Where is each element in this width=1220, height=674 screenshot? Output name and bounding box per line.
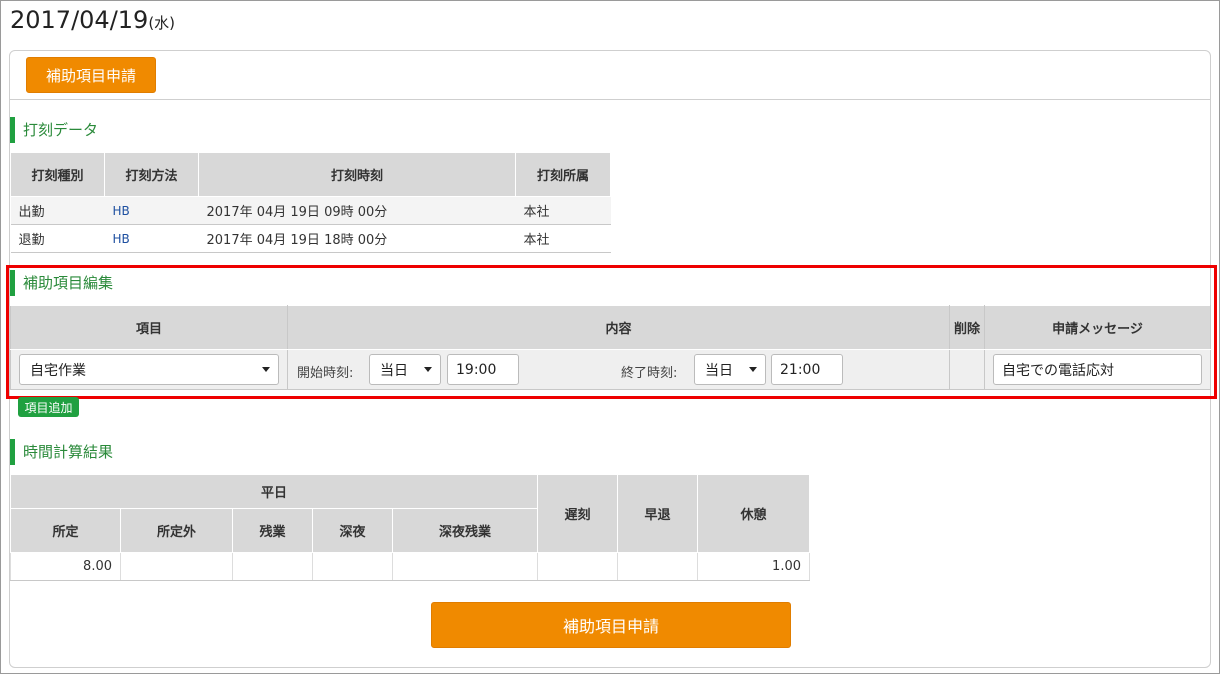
start-day-select[interactable]: 当日: [369, 354, 441, 385]
col-header-delete: 削除: [949, 305, 985, 350]
item-select[interactable]: 自宅作業: [19, 354, 279, 385]
apply-button-bottom[interactable]: 補助項目申請: [431, 602, 791, 648]
stamp-method-link[interactable]: HB: [104, 224, 199, 253]
stamp-dept: 本社: [515, 196, 611, 225]
stamp-table: 打刻種別 打刻方法 打刻時刻 打刻所属 出勤 HB 2017年 04月 19日 …: [10, 152, 611, 253]
col-header: 打刻方法: [104, 152, 199, 197]
delete-cell[interactable]: [949, 349, 985, 390]
start-time-label: 開始時刻:: [297, 366, 354, 381]
stamp-section-title: 打刻データ: [10, 117, 98, 143]
col-header: 残業: [232, 508, 313, 553]
end-time-label: 終了時刻:: [621, 366, 678, 381]
weekday-text: (水): [148, 14, 176, 32]
col-header: 所定: [10, 508, 121, 553]
col-header: 打刻所属: [515, 152, 611, 197]
stamp-table-header: 打刻種別 打刻方法 打刻時刻 打刻所属: [10, 152, 611, 197]
message-input[interactable]: 自宅での電話応対: [993, 354, 1202, 385]
chevron-down-icon: [749, 367, 757, 372]
apply-button-top[interactable]: 補助項目申請: [26, 57, 156, 93]
stamp-type: 出勤: [10, 196, 105, 225]
end-day-value: 当日: [705, 362, 733, 379]
start-time-input[interactable]: 19:00: [447, 354, 519, 385]
chevron-down-icon: [262, 367, 270, 372]
table-row: 8.00 1.00: [10, 552, 810, 581]
end-time-value: 21:00: [780, 361, 821, 378]
col-header: 早退: [617, 474, 698, 553]
col-header: 深夜: [312, 508, 393, 553]
value-chikoku: [537, 552, 618, 581]
group-header-weekday: 平日: [10, 474, 538, 509]
stamp-method-link[interactable]: HB: [104, 196, 199, 225]
stamp-type: 退勤: [10, 224, 105, 253]
col-header: 打刻種別: [10, 152, 105, 197]
col-header: 打刻時刻: [198, 152, 516, 197]
start-day-value: 当日: [380, 362, 408, 379]
calc-table: 平日 遅刻 早退 休憩 所定 所定外 残業 深夜 深夜残業 8.00 1.00: [10, 474, 810, 581]
end-time-input[interactable]: 21:00: [771, 354, 843, 385]
col-header-content: 内容: [287, 305, 950, 350]
value-soutai: [617, 552, 698, 581]
table-row: 退勤 HB 2017年 04月 19日 18時 00分 本社: [10, 224, 611, 253]
col-header: 遅刻: [537, 474, 618, 553]
value-shinya-zangyo: [392, 552, 538, 581]
add-item-button[interactable]: 項目追加: [18, 397, 79, 417]
edit-section-title: 補助項目編集: [10, 270, 113, 296]
value-shinya: [312, 552, 393, 581]
col-header: 所定外: [120, 508, 233, 553]
value-zangyo: [232, 552, 313, 581]
col-header: 休憩: [697, 474, 810, 553]
message-value: 自宅での電話応対: [1002, 362, 1114, 379]
calc-section-title: 時間計算結果: [10, 439, 113, 465]
value-shotei: 8.00: [10, 552, 121, 581]
col-header: 深夜残業: [392, 508, 538, 553]
col-header-item: 項目: [10, 305, 288, 350]
stamp-time: 2017年 04月 19日 18時 00分: [198, 224, 516, 253]
chevron-down-icon: [424, 367, 432, 372]
page-title: 2017/04/19(水): [10, 6, 175, 34]
item-select-value: 自宅作業: [30, 362, 86, 379]
edit-table-header: 項目 内容 削除 申請メッセージ: [10, 305, 1211, 350]
table-row: 出勤 HB 2017年 04月 19日 09時 00分 本社: [10, 196, 611, 225]
panel-header: 補助項目申請: [10, 51, 1210, 100]
stamp-dept: 本社: [515, 224, 611, 253]
value-kyukei: 1.00: [697, 552, 810, 581]
end-day-select[interactable]: 当日: [694, 354, 766, 385]
stamp-time: 2017年 04月 19日 09時 00分: [198, 196, 516, 225]
value-shoteigai: [120, 552, 233, 581]
col-header-message: 申請メッセージ: [984, 305, 1211, 350]
start-time-value: 19:00: [456, 361, 497, 378]
date-text: 2017/04/19: [10, 6, 149, 34]
